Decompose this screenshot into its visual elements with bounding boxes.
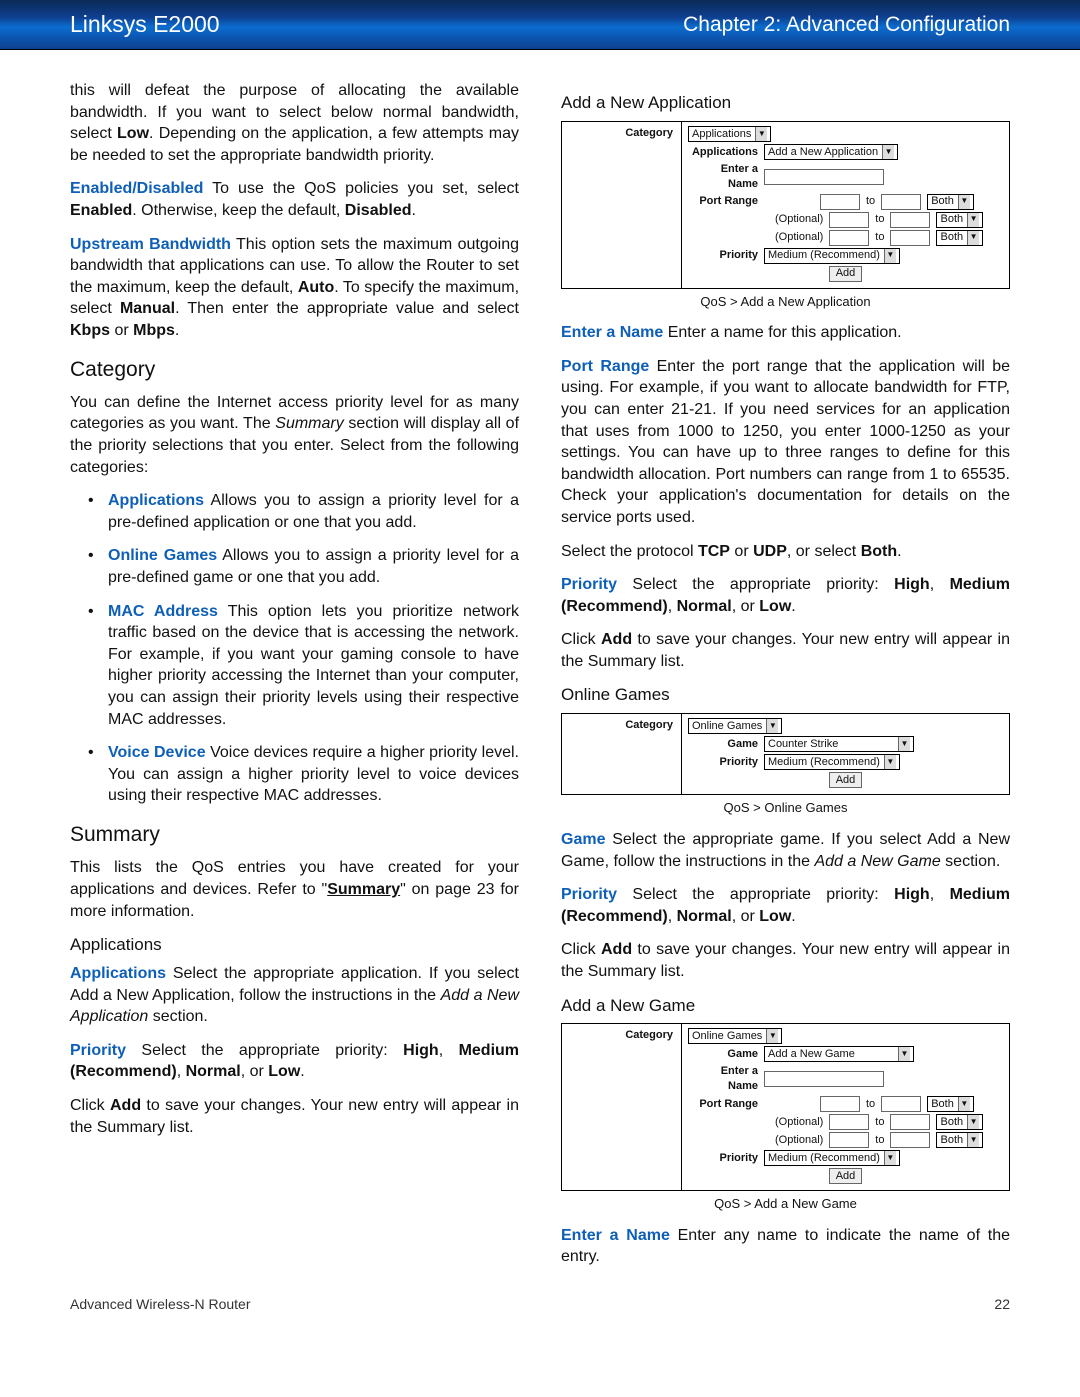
- protocol-paragraph: Select the protocol TCP or UDP, or selec…: [561, 541, 1010, 563]
- category-dropdown[interactable]: Online Games▼: [688, 1028, 782, 1044]
- upstream-paragraph: Upstream Bandwidth This option sets the …: [70, 234, 519, 342]
- page-number: 22: [994, 1296, 1010, 1312]
- page-body: this will defeat the purpose of allocati…: [0, 50, 1080, 1296]
- fig-label-category: Category: [562, 1024, 681, 1041]
- chapter-title: Chapter 2: Advanced Configuration: [683, 13, 1010, 37]
- chevron-down-icon: ▼: [884, 1151, 896, 1165]
- entername-paragraph: Enter a Name Enter a name for this appli…: [561, 322, 1010, 344]
- figure-caption: QoS > Add a New Game: [561, 1195, 1010, 1213]
- applications-dropdown[interactable]: Add a New Application▼: [764, 144, 898, 160]
- name-input[interactable]: [764, 169, 884, 185]
- add-button[interactable]: Add: [829, 1168, 863, 1184]
- chevron-down-icon: ▼: [967, 1115, 979, 1129]
- chevron-down-icon: ▼: [898, 1047, 910, 1061]
- list-item: MAC Address This option lets you priorit…: [88, 601, 519, 731]
- fig-label-category: Category: [562, 714, 681, 731]
- fig-label-category: Category: [562, 122, 681, 139]
- category-list: Applications Allows you to assign a prio…: [88, 490, 519, 807]
- intro-paragraph: this will defeat the purpose of allocati…: [70, 80, 519, 166]
- chevron-down-icon: ▼: [958, 1097, 970, 1111]
- add-button[interactable]: Add: [829, 772, 863, 788]
- chevron-down-icon: ▼: [898, 737, 910, 751]
- add-button[interactable]: Add: [829, 266, 863, 282]
- protocol-dropdown[interactable]: Both▼: [936, 212, 983, 228]
- priority-dropdown[interactable]: Medium (Recommend)▼: [764, 754, 900, 770]
- figure-add-application: Category Applications▼ ApplicationsAdd a…: [561, 121, 1010, 289]
- port-to-input[interactable]: [881, 1096, 921, 1112]
- protocol-dropdown[interactable]: Both▼: [927, 194, 974, 210]
- priority-dropdown[interactable]: Medium (Recommend)▼: [764, 248, 900, 264]
- category-heading: Category: [70, 356, 519, 384]
- click-add-paragraph: Click Add to save your changes. Your new…: [561, 629, 1010, 672]
- list-item: Voice Device Voice devices require a hig…: [88, 742, 519, 807]
- chevron-down-icon: ▼: [766, 719, 778, 733]
- name-input[interactable]: [764, 1071, 884, 1087]
- right-column: Add a New Application Category Applicati…: [561, 80, 1010, 1280]
- summary-paragraph: This lists the QoS entries you have crea…: [70, 857, 519, 922]
- protocol-dropdown[interactable]: Both▼: [936, 1114, 983, 1130]
- figure-caption: QoS > Add a New Application: [561, 293, 1010, 311]
- add-application-heading: Add a New Application: [561, 92, 1010, 115]
- enabled-paragraph: Enabled/Disabled To use the QoS policies…: [70, 178, 519, 221]
- port-from-input[interactable]: [820, 194, 860, 210]
- chevron-down-icon: ▼: [967, 1133, 979, 1147]
- chevron-down-icon: ▼: [958, 195, 970, 209]
- game-dropdown[interactable]: Counter Strike▼: [764, 736, 914, 752]
- summary-heading: Summary: [70, 821, 519, 849]
- port-from-input[interactable]: [829, 1114, 869, 1130]
- port-to-input[interactable]: [890, 230, 930, 246]
- product-name: Linksys E2000: [70, 11, 220, 38]
- port-to-input[interactable]: [890, 212, 930, 228]
- chevron-down-icon: ▼: [967, 231, 979, 245]
- chevron-down-icon: ▼: [766, 1029, 778, 1043]
- protocol-dropdown[interactable]: Both▼: [936, 1132, 983, 1148]
- port-from-input[interactable]: [820, 1096, 860, 1112]
- portrange-paragraph: Port Range Enter the port range that the…: [561, 356, 1010, 529]
- protocol-dropdown[interactable]: Both▼: [927, 1096, 974, 1112]
- game-paragraph: Game Select the appropriate game. If you…: [561, 829, 1010, 872]
- port-from-input[interactable]: [829, 230, 869, 246]
- applications-heading: Applications: [70, 934, 519, 957]
- priority-paragraph: Priority Select the appropriate priority…: [561, 574, 1010, 617]
- category-dropdown[interactable]: Applications▼: [688, 126, 771, 142]
- summary-link[interactable]: Summary: [327, 881, 400, 898]
- port-from-input[interactable]: [829, 1132, 869, 1148]
- chevron-down-icon: ▼: [884, 755, 896, 769]
- port-from-input[interactable]: [829, 212, 869, 228]
- list-item: Online Games Allows you to assign a prio…: [88, 545, 519, 588]
- footer-left: Advanced Wireless-N Router: [70, 1296, 251, 1312]
- chevron-down-icon: ▼: [755, 127, 767, 141]
- priority-paragraph: Priority Select the appropriate priority…: [561, 884, 1010, 927]
- category-paragraph: You can define the Internet access prior…: [70, 392, 519, 478]
- chevron-down-icon: ▼: [884, 249, 896, 263]
- click-add-paragraph: Click Add to save your changes. Your new…: [70, 1095, 519, 1138]
- online-games-heading: Online Games: [561, 684, 1010, 707]
- page-footer: Advanced Wireless-N Router 22: [0, 1296, 1080, 1332]
- figure-online-games: Category Online Games▼ GameCounter Strik…: [561, 713, 1010, 795]
- figure-caption: QoS > Online Games: [561, 799, 1010, 817]
- chevron-down-icon: ▼: [882, 145, 894, 159]
- click-add-paragraph: Click Add to save your changes. Your new…: [561, 939, 1010, 982]
- category-dropdown[interactable]: Online Games▼: [688, 718, 782, 734]
- chevron-down-icon: ▼: [967, 213, 979, 227]
- port-to-input[interactable]: [881, 194, 921, 210]
- protocol-dropdown[interactable]: Both▼: [936, 230, 983, 246]
- left-column: this will defeat the purpose of allocati…: [70, 80, 519, 1280]
- port-to-input[interactable]: [890, 1132, 930, 1148]
- apps-paragraph: Applications Select the appropriate appl…: [70, 963, 519, 1028]
- add-game-heading: Add a New Game: [561, 995, 1010, 1018]
- entername-paragraph: Enter a Name Enter any name to indicate …: [561, 1225, 1010, 1268]
- figure-add-game: Category Online Games▼ GameAdd a New Gam…: [561, 1023, 1010, 1191]
- page-header: Linksys E2000 Chapter 2: Advanced Config…: [0, 0, 1080, 50]
- priority-dropdown[interactable]: Medium (Recommend)▼: [764, 1150, 900, 1166]
- game-dropdown[interactable]: Add a New Game▼: [764, 1046, 914, 1062]
- list-item: Applications Allows you to assign a prio…: [88, 490, 519, 533]
- port-to-input[interactable]: [890, 1114, 930, 1130]
- priority-paragraph: Priority Select the appropriate priority…: [70, 1040, 519, 1083]
